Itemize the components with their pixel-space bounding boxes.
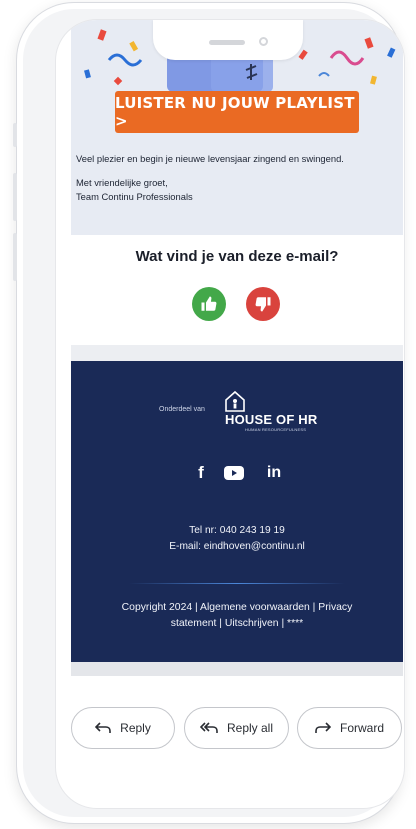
phone-frame: LUISTER NU JOUW PLAYLIST > Veel plezier … [13, 2, 405, 824]
volume-up-button [13, 173, 17, 221]
forward-label: Forward [339, 721, 384, 735]
body-line: Veel plezier en begin je nieuwe levensja… [76, 153, 344, 164]
brand-name: HOUSE OF HR [225, 412, 318, 427]
brand-tagline: HUMAN RESOURCEFULNESS [245, 427, 307, 432]
feedback-question: Wat vind je van deze e-mail? [135, 248, 339, 265]
email-footer: Onderdeel van HOUSE OF HR HUMAN RESOURCE… [71, 361, 403, 662]
speaker-grille [209, 40, 245, 45]
phone-number: Tel nr: 040 243 19 19 [189, 525, 285, 536]
spacer-band [71, 345, 403, 361]
copyright-line-1[interactable]: Copyright 2024 | Algemene voorwaarden | … [85, 600, 389, 616]
linkedin-icon[interactable]: in [263, 463, 285, 483]
copyright-line-2[interactable]: statement | Uitschrijven | **** [85, 616, 389, 632]
reply-button[interactable]: Reply [71, 707, 175, 749]
phone-screen: LUISTER NU JOUW PLAYLIST > Veel plezier … [55, 19, 405, 809]
house-logo-icon [223, 390, 247, 412]
thumbs-down-icon [255, 297, 271, 312]
footer-bottom-band [71, 662, 403, 676]
closing-line: Met vriendelijke groet, [76, 177, 168, 188]
mute-switch [13, 123, 17, 147]
front-camera [259, 37, 268, 46]
email-body: Veel plezier en begin je nieuwe levensja… [76, 152, 398, 204]
youtube-icon[interactable] [223, 463, 245, 483]
phone-notch [153, 20, 303, 60]
reply-all-icon [199, 722, 218, 734]
thumbs-down-button[interactable] [246, 287, 280, 321]
contact-info: Tel nr: 040 243 19 19 E-mail: eindhoven@… [71, 523, 403, 555]
volume-down-button [13, 233, 17, 281]
listen-playlist-button[interactable]: LUISTER NU JOUW PLAYLIST > [115, 91, 359, 133]
copyright-block: Copyright 2024 | Algemene voorwaarden | … [85, 600, 389, 632]
reply-all-button[interactable]: Reply all [184, 707, 289, 749]
reply-label: Reply [120, 721, 151, 735]
footer-divider [129, 583, 345, 584]
thumbs-up-icon [201, 296, 217, 311]
facebook-icon[interactable]: f [191, 463, 211, 483]
signature-line: Team Continu Professionals [76, 191, 193, 202]
thumbs-up-button[interactable] [192, 287, 226, 321]
forward-icon [315, 722, 331, 734]
email-address[interactable]: E-mail: eindhoven@continu.nl [71, 539, 403, 555]
reply-all-label: Reply all [226, 721, 274, 735]
reply-icon [95, 722, 111, 734]
forward-button[interactable]: Forward [297, 707, 402, 749]
part-of-label: Onderdeel van [159, 406, 205, 413]
